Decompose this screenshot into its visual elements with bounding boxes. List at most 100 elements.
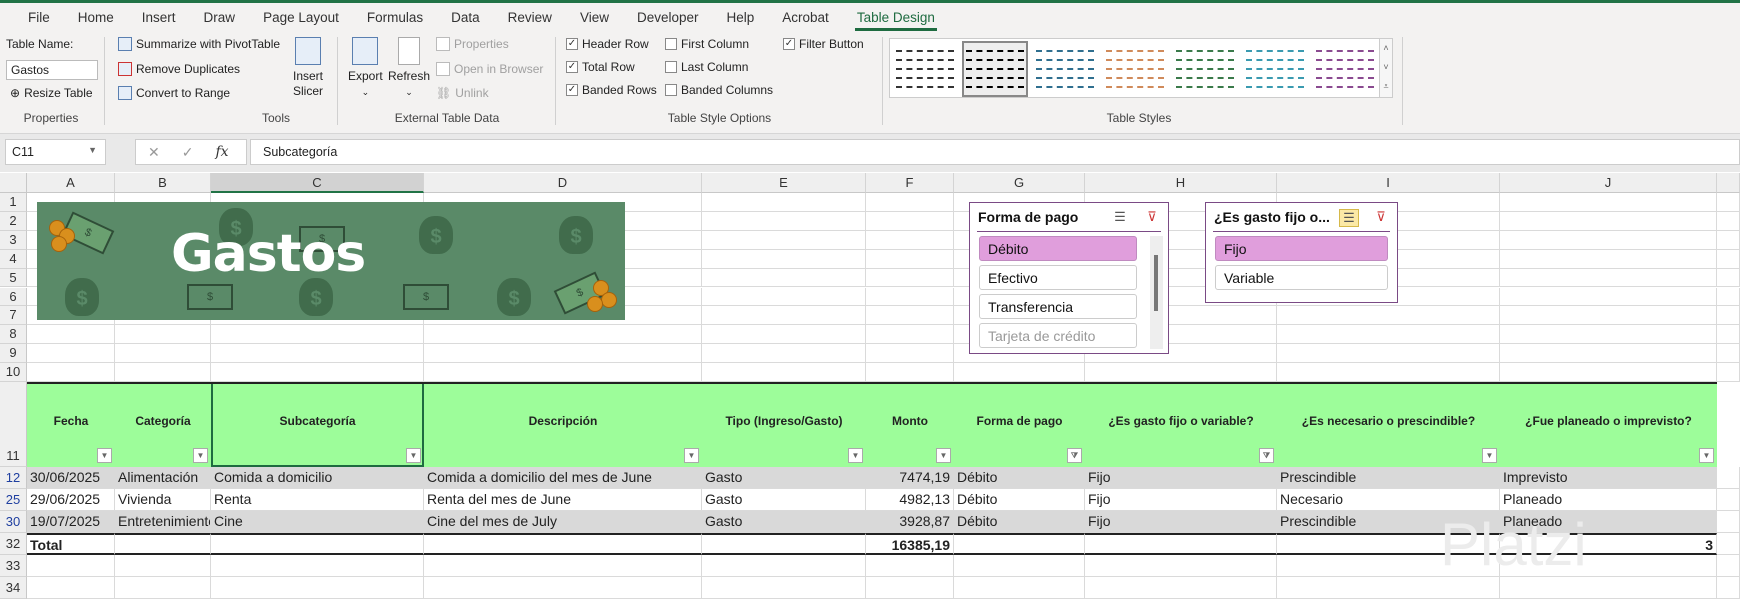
table-cell[interactable]: Cine del mes de July (424, 511, 702, 533)
cell[interactable] (27, 577, 115, 599)
table-cell[interactable]: Imprevisto (1500, 467, 1717, 489)
table-header-cell[interactable]: Fecha ▼ (27, 382, 115, 467)
cell[interactable] (1500, 287, 1717, 307)
row-header-25[interactable]: 25 (0, 489, 27, 511)
clear-filter-icon[interactable]: ⊽ (1142, 209, 1162, 227)
row-header-7[interactable]: 7 (0, 306, 27, 326)
row-header-6[interactable]: 6 (0, 287, 27, 307)
table-header-cell[interactable]: Tipo (Ingreso/Gasto) ▼ (702, 382, 866, 467)
cell[interactable] (866, 230, 954, 250)
table-cell[interactable]: Débito (954, 467, 1085, 489)
resize-table-button[interactable]: ⊕ Resize Table (10, 86, 93, 100)
table-header-cell[interactable]: Forma de pago ⧩ (954, 382, 1085, 467)
cell[interactable] (27, 344, 115, 364)
cell[interactable] (1277, 325, 1500, 345)
table-cell[interactable]: Débito (954, 511, 1085, 533)
column-header-E[interactable]: E (702, 173, 866, 193)
table-header-cell[interactable]: Subcategoría ▼ (211, 382, 424, 467)
cell[interactable] (1500, 363, 1717, 382)
tab-data[interactable]: Data (437, 3, 494, 33)
table-style-swatch[interactable] (1104, 43, 1166, 95)
cell[interactable] (1277, 306, 1500, 326)
cell[interactable] (424, 344, 702, 364)
table-style-swatch[interactable] (894, 43, 956, 95)
table-cell[interactable]: Alimentación (115, 467, 211, 489)
table-header-cell[interactable]: ¿Es gasto fijo o variable? ⧩ (1085, 382, 1277, 467)
slicer-item[interactable]: Efectivo (979, 265, 1137, 290)
cell[interactable] (866, 325, 954, 345)
cell[interactable] (1717, 230, 1740, 250)
filter-dropdown-button[interactable]: ▼ (1699, 448, 1714, 463)
table-header-cell[interactable]: Categoría ▼ (115, 382, 211, 467)
filter-dropdown-button[interactable]: ▼ (848, 448, 863, 463)
cell[interactable] (1500, 344, 1717, 364)
cell[interactable] (27, 325, 115, 345)
cell[interactable] (27, 555, 115, 577)
slicer-item[interactable]: Fijo (1215, 236, 1388, 261)
filter-dropdown-button[interactable]: ▼ (684, 448, 699, 463)
gallery-more-icon[interactable]: ⩡ (1380, 77, 1392, 96)
confirm-icon[interactable]: ✓ (182, 144, 194, 161)
cell[interactable] (866, 287, 954, 307)
filter-applied-icon[interactable]: ⧩ (1259, 448, 1274, 463)
table-cell[interactable]: Renta del mes de June (424, 489, 702, 511)
table-style-swatch[interactable] (1034, 43, 1096, 95)
multi-select-icon[interactable]: ☰ (1339, 209, 1359, 227)
slicer-item[interactable]: Transferencia (979, 294, 1137, 319)
tab-home[interactable]: Home (64, 3, 128, 33)
cell[interactable] (1500, 230, 1717, 250)
row-header-4[interactable]: 4 (0, 249, 27, 269)
row-header-8[interactable]: 8 (0, 325, 27, 345)
cell[interactable] (1500, 249, 1717, 269)
chevron-down-icon[interactable]: ▼ (88, 145, 97, 155)
scrollbar-thumb[interactable] (1154, 255, 1158, 311)
cell[interactable] (424, 555, 702, 577)
cell[interactable] (866, 344, 954, 364)
cell[interactable] (702, 287, 866, 307)
cell[interactable] (1500, 193, 1717, 212)
checkbox-banded-rows[interactable]: ✓ (566, 84, 578, 96)
column-header-G[interactable]: G (954, 173, 1085, 193)
cell[interactable] (954, 555, 1085, 577)
table-styles-gallery[interactable] (889, 38, 1389, 98)
cell[interactable] (1717, 287, 1740, 307)
cell[interactable] (1500, 211, 1717, 231)
cell[interactable] (1717, 193, 1740, 212)
checkbox-filter-button[interactable]: ✓ (783, 38, 795, 50)
row-header-30[interactable]: 30 (0, 511, 27, 533)
gallery-up-icon[interactable]: ˄ (1380, 39, 1392, 58)
table-cell[interactable]: 30/06/2025 (27, 467, 115, 489)
row-header-10[interactable]: 10 (0, 363, 27, 382)
tab-developer[interactable]: Developer (623, 3, 713, 33)
tab-acrobat[interactable]: Acrobat (768, 3, 843, 33)
open-browser-button[interactable]: Open in Browser (436, 62, 543, 76)
cell[interactable] (1277, 577, 1500, 599)
column-header-D[interactable]: D (424, 173, 702, 193)
formula-input[interactable]: Subcategoría (250, 139, 1740, 165)
row-header-11[interactable]: 11 (0, 382, 27, 467)
row-header-32[interactable]: 32 (0, 533, 27, 555)
cancel-icon[interactable]: ✕ (148, 144, 160, 161)
option-banded-columns[interactable]: Banded Columns (665, 83, 773, 97)
multi-select-icon[interactable]: ☰ (1110, 209, 1130, 227)
cell[interactable] (1717, 555, 1740, 577)
tab-view[interactable]: View (566, 3, 623, 33)
checkbox-header-row[interactable]: ✓ (566, 38, 578, 50)
cell[interactable] (1085, 555, 1277, 577)
insert-slicer-button[interactable]: Insert Slicer (290, 37, 326, 99)
checkbox-first-column[interactable] (665, 38, 677, 50)
cell[interactable] (866, 306, 954, 326)
cell[interactable] (211, 577, 424, 599)
cell[interactable] (702, 306, 866, 326)
slicer-fijo-variable[interactable]: ¿Es gasto fijo o... ☰ ⊽ Fijo Variable (1205, 202, 1398, 303)
slicer-item[interactable]: Débito (979, 236, 1137, 261)
column-header-I[interactable]: I (1277, 173, 1500, 193)
cell[interactable] (1717, 249, 1740, 269)
total-cell[interactable] (424, 533, 702, 555)
table-cell[interactable]: Fijo (1085, 489, 1277, 511)
table-cell[interactable]: Comida a domicilio (211, 467, 424, 489)
table-cell[interactable]: 4982,13 (866, 489, 954, 511)
row-header-5[interactable]: 5 (0, 268, 27, 288)
column-header-F[interactable]: F (866, 173, 954, 193)
cell[interactable] (702, 211, 866, 231)
